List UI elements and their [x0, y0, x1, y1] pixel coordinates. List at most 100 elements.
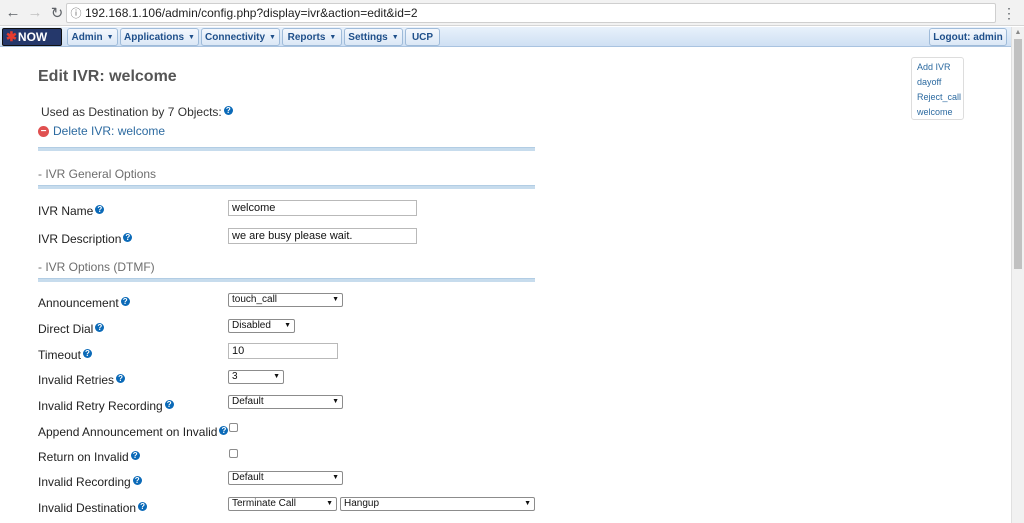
select-arrow-icon: ▼: [284, 322, 291, 329]
caret-down-icon: ▼: [106, 33, 114, 41]
ivr-description-label: IVR Description?: [38, 232, 133, 246]
help-icon[interactable]: ?: [138, 502, 148, 511]
help-icon[interactable]: ?: [82, 349, 92, 358]
timeout-label: Timeout?: [38, 348, 92, 362]
invalid-retries-select[interactable]: 3 ▼: [228, 370, 284, 384]
invalid-retries-label-text: Invalid Retries: [38, 373, 115, 387]
browser-menu-icon[interactable]: ⋮: [1002, 5, 1016, 22]
rnav-reject-call[interactable]: Reject_call: [912, 90, 963, 105]
help-icon[interactable]: ?: [219, 426, 229, 435]
logo-text: NOW: [17, 30, 48, 44]
direct-dial-select[interactable]: Disabled ▼: [228, 319, 295, 333]
address-bar[interactable]: ⓘ 192.168.1.106/admin/config.php?display…: [66, 3, 996, 23]
invalid-destination-select[interactable]: Hangup ▼: [340, 497, 535, 511]
announcement-label: Announcement?: [38, 296, 130, 310]
help-icon[interactable]: ?: [95, 205, 105, 214]
menu-reports-label: Reports: [287, 31, 326, 43]
return-on-invalid-checkbox[interactable]: [229, 449, 238, 458]
invalid-retry-recording-label: Invalid Retry Recording?: [38, 399, 174, 413]
scroll-up-arrow-icon[interactable]: ▲: [1012, 27, 1024, 39]
delete-ivr-link[interactable]: − Delete IVR: welcome: [38, 124, 165, 138]
help-icon[interactable]: ?: [132, 476, 142, 485]
used-as-destination: Used as Destination by 7 Objects:?: [41, 105, 233, 119]
select-arrow-icon: ▼: [326, 500, 333, 507]
menu-applications[interactable]: Applications ▼: [120, 28, 199, 46]
url-text[interactable]: 192.168.1.106/admin/config.php?display=i…: [85, 6, 418, 20]
ivr-name-label: IVR Name?: [38, 204, 105, 218]
invalid-destination-type-select[interactable]: Terminate Call ▼: [228, 497, 337, 511]
invalid-destination-label: Invalid Destination?: [38, 501, 148, 515]
divider: [38, 147, 535, 151]
direct-dial-value: Disabled: [232, 320, 271, 331]
menu-admin[interactable]: Admin ▼: [67, 28, 118, 46]
menu-connectivity-label: Connectivity: [205, 31, 266, 43]
announcement-select[interactable]: touch_call ▼: [228, 293, 343, 307]
rnav-welcome[interactable]: welcome: [912, 105, 963, 120]
section-dtmf-options[interactable]: - IVR Options (DTMF): [38, 260, 155, 274]
ivr-list-panel: Add IVR dayoff Reject_call welcome: [911, 57, 964, 120]
append-announcement-checkbox[interactable]: [229, 423, 238, 432]
invalid-retries-label: Invalid Retries?: [38, 373, 126, 387]
help-icon[interactable]: ?: [223, 106, 233, 115]
caret-down-icon: ▼: [188, 33, 195, 41]
select-arrow-icon: ▼: [332, 474, 339, 481]
invalid-destination-label-text: Invalid Destination: [38, 501, 137, 515]
logo[interactable]: ✱ NOW: [2, 28, 62, 46]
announcement-value: touch_call: [232, 294, 278, 305]
ivr-description-input[interactable]: we are busy please wait.: [228, 228, 417, 244]
page-scrollbar[interactable]: ▲: [1011, 27, 1024, 523]
select-arrow-icon: ▼: [332, 398, 339, 405]
back-arrow-icon[interactable]: ←: [4, 4, 22, 22]
invalid-recording-select[interactable]: Default ▼: [228, 471, 343, 485]
return-on-invalid-label: Return on Invalid?: [38, 450, 140, 464]
delete-icon: −: [38, 125, 49, 137]
menu-reports[interactable]: Reports ▼: [282, 28, 342, 46]
invalid-retries-value: 3: [232, 371, 238, 382]
page-title: Edit IVR: welcome: [38, 68, 177, 85]
ucp-button[interactable]: UCP: [405, 28, 440, 46]
menu-admin-label: Admin: [71, 31, 103, 43]
logout-button[interactable]: Logout: admin: [929, 28, 1007, 46]
menu-settings-label: Settings: [348, 31, 388, 43]
rnav-add-ivr[interactable]: Add IVR: [912, 60, 963, 75]
used-as-text: Used as Destination by 7 Objects:: [41, 105, 222, 119]
caret-down-icon: ▼: [391, 33, 399, 41]
append-announcement-label-text: Append Announcement on Invalid: [38, 425, 218, 439]
menu-settings[interactable]: Settings ▼: [344, 28, 403, 46]
menu-connectivity[interactable]: Connectivity ▼: [201, 28, 280, 46]
timeout-input[interactable]: 10: [228, 343, 338, 359]
invalid-recording-label-text: Invalid Recording: [38, 475, 131, 489]
select-arrow-icon: ▼: [524, 500, 531, 507]
scrollbar-thumb[interactable]: [1014, 39, 1022, 269]
invalid-retry-recording-select[interactable]: Default ▼: [228, 395, 343, 409]
browser-toolbar: ← → ↻ ⓘ 192.168.1.106/admin/config.php?d…: [0, 0, 1024, 26]
info-icon[interactable]: ⓘ: [67, 5, 85, 21]
invalid-recording-label: Invalid Recording?: [38, 475, 142, 489]
help-icon[interactable]: ?: [130, 451, 140, 460]
divider: [38, 185, 535, 189]
app-navbar: ✱ NOW Admin ▼ Applications ▼ Connectivity ▼…: [0, 27, 1011, 47]
help-icon[interactable]: ?: [164, 400, 174, 409]
invalid-retry-recording-value: Default: [232, 396, 264, 407]
ivr-name-input[interactable]: welcome: [228, 200, 417, 216]
help-icon[interactable]: ?: [116, 374, 126, 383]
invalid-retry-recording-label-text: Invalid Retry Recording: [38, 399, 163, 413]
section-general-options[interactable]: - IVR General Options: [38, 167, 156, 181]
announcement-label-text: Announcement: [38, 296, 119, 310]
select-arrow-icon: ▼: [273, 373, 280, 380]
ivr-name-label-text: IVR Name: [38, 204, 94, 218]
rnav-dayoff[interactable]: dayoff: [912, 75, 963, 90]
reload-icon[interactable]: ↻: [48, 4, 66, 22]
forward-arrow-icon[interactable]: →: [26, 4, 44, 22]
divider: [38, 278, 535, 282]
help-icon[interactable]: ?: [123, 233, 133, 242]
direct-dial-label: Direct Dial?: [38, 322, 105, 336]
menu-applications-label: Applications: [124, 31, 185, 43]
help-icon[interactable]: ?: [120, 297, 130, 306]
direct-dial-label-text: Direct Dial: [38, 322, 94, 336]
invalid-recording-value: Default: [232, 472, 264, 483]
timeout-label-text: Timeout: [38, 348, 81, 362]
logo-mark-icon: ✱: [6, 29, 17, 44]
caret-down-icon: ▼: [329, 33, 337, 41]
help-icon[interactable]: ?: [95, 323, 105, 332]
